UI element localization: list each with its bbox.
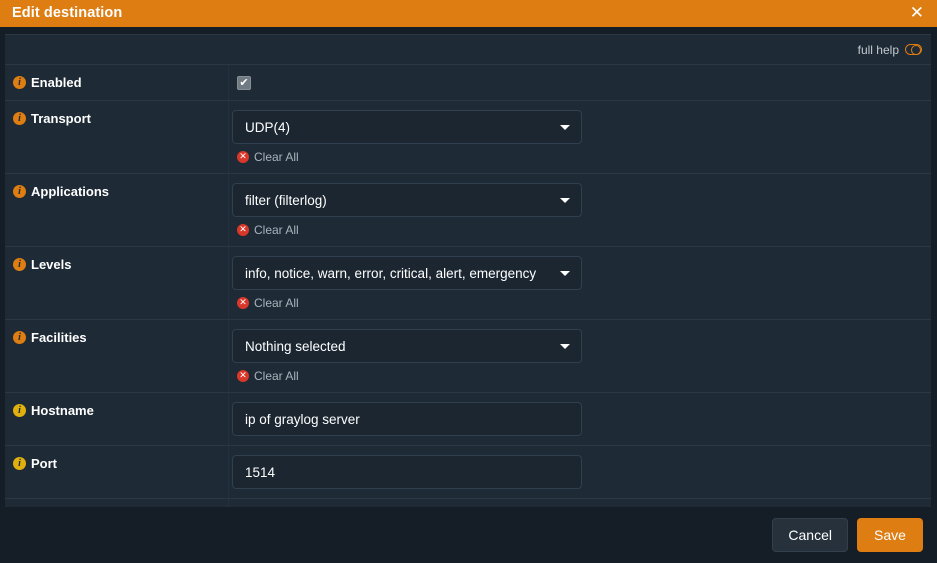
dialog-titlebar: Edit destination ✕ bbox=[0, 0, 937, 27]
row-description: i Description bbox=[5, 499, 931, 507]
field-levels: info, notice, warn, error, critical, ale… bbox=[229, 247, 931, 319]
info-icon[interactable]: i bbox=[13, 258, 26, 271]
info-icon[interactable]: i bbox=[13, 112, 26, 125]
chevron-down-icon bbox=[560, 271, 570, 276]
row-port: i Port 1514 bbox=[5, 446, 931, 499]
row-label-facilities: i Facilities bbox=[5, 320, 229, 392]
port-input[interactable]: 1514 bbox=[232, 455, 582, 489]
transport-clear-all[interactable]: ✕ Clear All bbox=[237, 150, 299, 164]
clear-all-label: Clear All bbox=[254, 150, 299, 164]
full-help-label: full help bbox=[857, 42, 899, 57]
row-label-transport: i Transport bbox=[5, 101, 229, 173]
row-label-port: i Port bbox=[5, 446, 229, 498]
transport-select[interactable]: UDP(4) bbox=[232, 110, 582, 144]
label-facilities: Facilities bbox=[31, 330, 87, 345]
info-icon[interactable]: i bbox=[13, 185, 26, 198]
toggle-switch-icon[interactable] bbox=[905, 44, 922, 55]
row-label-hostname: i Hostname bbox=[5, 393, 229, 445]
row-enabled: i Enabled ✔ bbox=[5, 65, 931, 101]
row-levels: i Levels info, notice, warn, error, crit… bbox=[5, 247, 931, 320]
info-icon[interactable]: i bbox=[13, 331, 26, 344]
facilities-select[interactable]: Nothing selected bbox=[232, 329, 582, 363]
titlebar-gap bbox=[0, 27, 937, 34]
applications-value: filter (filterlog) bbox=[245, 192, 327, 208]
label-hostname: Hostname bbox=[31, 403, 94, 418]
row-hostname: i Hostname ip of graylog server bbox=[5, 393, 931, 446]
row-label-enabled: i Enabled bbox=[5, 65, 229, 100]
dialog-footer: Cancel Save bbox=[0, 507, 937, 563]
row-applications: i Applications filter (filterlog) ✕ Clea… bbox=[5, 174, 931, 247]
clear-circle-x-icon: ✕ bbox=[237, 297, 249, 309]
save-button[interactable]: Save bbox=[857, 518, 923, 552]
clear-all-label: Clear All bbox=[254, 296, 299, 310]
port-value: 1514 bbox=[245, 464, 276, 480]
field-transport: UDP(4) ✕ Clear All bbox=[229, 101, 931, 173]
facilities-value: Nothing selected bbox=[245, 338, 346, 354]
clear-all-label: Clear All bbox=[254, 223, 299, 237]
hostname-input[interactable]: ip of graylog server bbox=[232, 402, 582, 436]
full-help-row: full help bbox=[5, 35, 931, 65]
info-icon[interactable]: i bbox=[13, 404, 26, 417]
clear-circle-x-icon: ✕ bbox=[237, 224, 249, 236]
facilities-clear-all[interactable]: ✕ Clear All bbox=[237, 369, 299, 383]
label-port: Port bbox=[31, 456, 57, 471]
field-applications: filter (filterlog) ✕ Clear All bbox=[229, 174, 931, 246]
cancel-button[interactable]: Cancel bbox=[772, 518, 848, 552]
edit-destination-dialog: Edit destination ✕ full help i Enabled ✔ bbox=[0, 0, 937, 563]
row-label-applications: i Applications bbox=[5, 174, 229, 246]
dialog-body: full help i Enabled ✔ i Transport UDP(4)… bbox=[0, 34, 937, 507]
applications-clear-all[interactable]: ✕ Clear All bbox=[237, 223, 299, 237]
label-transport: Transport bbox=[31, 111, 91, 126]
row-transport: i Transport UDP(4) ✕ Clear All bbox=[5, 101, 931, 174]
field-hostname: ip of graylog server bbox=[229, 393, 931, 445]
applications-select[interactable]: filter (filterlog) bbox=[232, 183, 582, 217]
field-facilities: Nothing selected ✕ Clear All bbox=[229, 320, 931, 392]
chevron-down-icon bbox=[560, 198, 570, 203]
chevron-down-icon bbox=[560, 344, 570, 349]
row-label-levels: i Levels bbox=[5, 247, 229, 319]
field-description bbox=[229, 499, 931, 507]
field-enabled: ✔ bbox=[229, 65, 931, 99]
row-facilities: i Facilities Nothing selected ✕ Clear Al… bbox=[5, 320, 931, 393]
label-enabled: Enabled bbox=[31, 75, 82, 90]
enabled-checkbox[interactable]: ✔ bbox=[237, 76, 251, 90]
label-applications: Applications bbox=[31, 184, 110, 199]
levels-select[interactable]: info, notice, warn, error, critical, ale… bbox=[232, 256, 582, 290]
hostname-value: ip of graylog server bbox=[245, 411, 360, 427]
levels-value: info, notice, warn, error, critical, ale… bbox=[245, 265, 537, 281]
transport-value: UDP(4) bbox=[245, 119, 291, 135]
label-levels: Levels bbox=[31, 257, 72, 272]
info-icon[interactable]: i bbox=[13, 76, 26, 89]
levels-clear-all[interactable]: ✕ Clear All bbox=[237, 296, 299, 310]
row-label-description: i Description bbox=[5, 499, 229, 507]
close-icon[interactable]: ✕ bbox=[907, 5, 927, 22]
chevron-down-icon bbox=[560, 125, 570, 130]
info-icon[interactable]: i bbox=[13, 457, 26, 470]
clear-circle-x-icon: ✕ bbox=[237, 370, 249, 382]
clear-circle-x-icon: ✕ bbox=[237, 151, 249, 163]
settings-form: full help i Enabled ✔ i Transport UDP(4)… bbox=[5, 34, 931, 507]
field-port: 1514 bbox=[229, 446, 931, 498]
clear-all-label: Clear All bbox=[254, 369, 299, 383]
dialog-title: Edit destination bbox=[12, 5, 123, 22]
